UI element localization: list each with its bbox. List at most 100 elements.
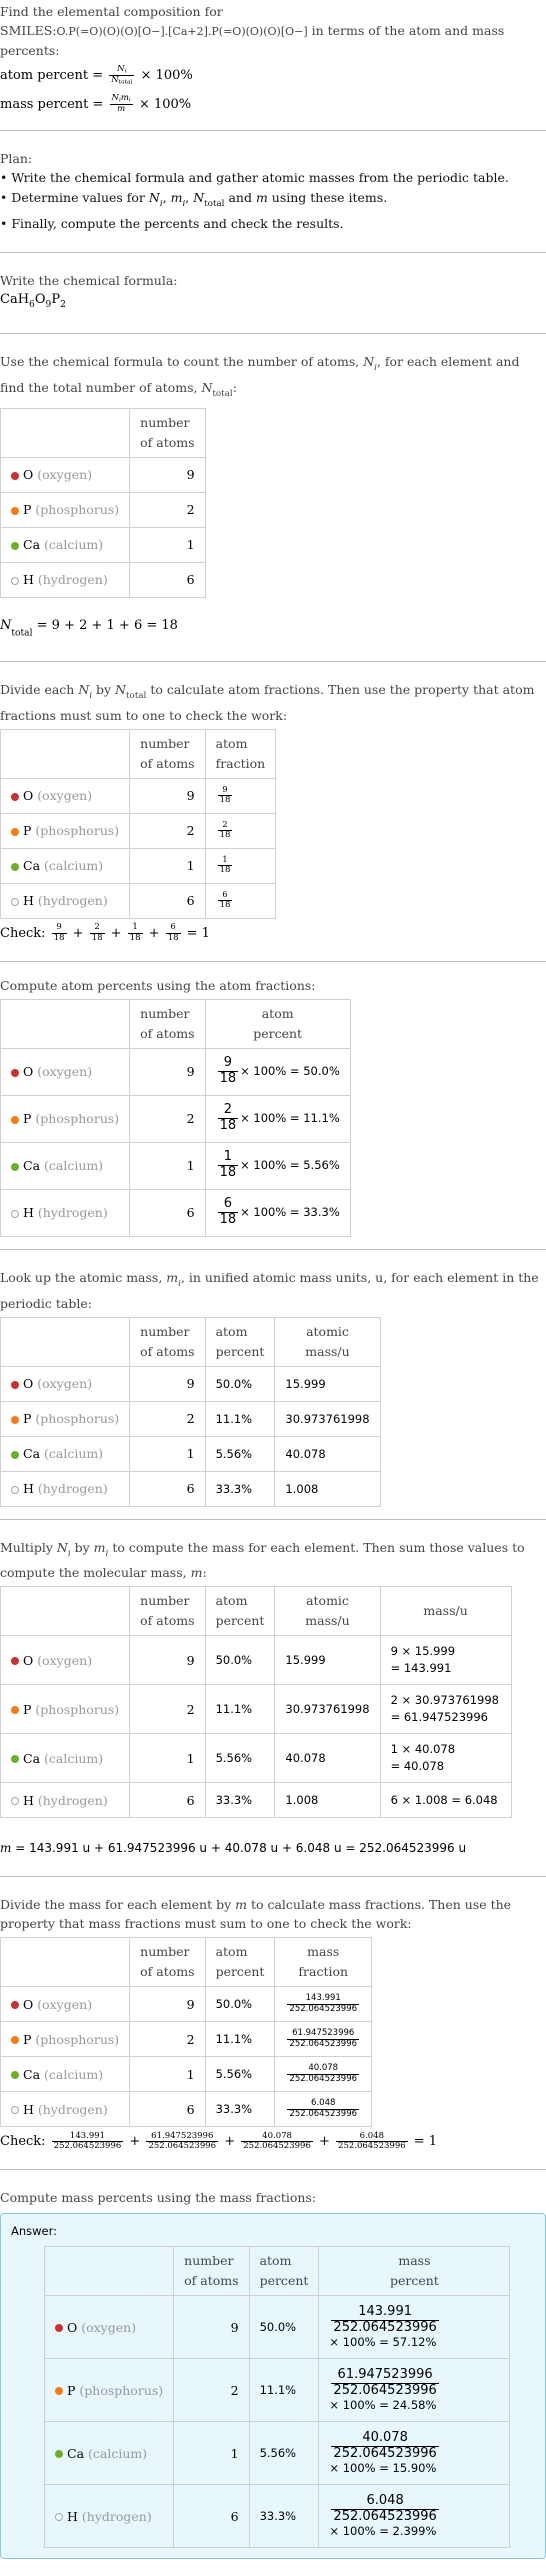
fraction: 61.947523996 252.064523996 xyxy=(146,2131,219,2153)
fraction: 6 18 xyxy=(217,1196,239,1228)
atom-count: 2 xyxy=(173,2358,250,2423)
total-atoms-equation: Ntotal = 9 + 2 + 1 + 6 = 18 xyxy=(0,617,178,638)
plus-sign: + xyxy=(106,925,126,941)
element-symbol: H xyxy=(23,2101,38,2117)
fraction: 2 18 xyxy=(89,922,105,944)
atomic-mass-table: number of atoms atom percent atomic mass/u O … xyxy=(0,1316,381,1507)
fraction-denominator: 18 xyxy=(219,830,231,841)
atom-percent: 33.3% xyxy=(248,2484,320,2549)
fraction: 1 18 xyxy=(217,855,233,877)
atomic-mass: 1.008 xyxy=(274,1782,381,1819)
mass-result: = 61.947523996 xyxy=(390,1710,488,1725)
element-color-dot-icon xyxy=(11,506,19,515)
element-symbol: Ca xyxy=(23,2066,44,2082)
mass-fraction: 40.078 252.064523996 xyxy=(274,2056,373,2093)
atomic-mass: 40.078 xyxy=(274,1435,381,1472)
element-name: (calcium) xyxy=(44,858,104,874)
atom-count: 2 xyxy=(129,1094,206,1143)
element-mass: 1 × 40.078 = 40.078 xyxy=(379,1733,512,1784)
mass-fraction: 6.048 252.064523996 xyxy=(274,2091,373,2128)
element-name: (oxygen) xyxy=(37,1996,93,2012)
element-color-dot-icon xyxy=(11,862,19,871)
element-cell: O (oxygen) xyxy=(0,777,131,814)
element-color-dot-icon xyxy=(11,576,19,585)
atom-count: 1 xyxy=(129,847,206,884)
element-symbol: O xyxy=(23,1652,38,1668)
fraction: 143.991 252.064523996 xyxy=(331,2304,439,2336)
mass-percent-calc: 6.048 252.064523996 × 100% = 2.399% xyxy=(318,2484,511,2549)
check-result: = 1 xyxy=(182,925,210,941)
element-name: (calcium) xyxy=(44,537,104,553)
element-cell: Ca (calcium) xyxy=(0,847,131,884)
element-name: (phosphorus) xyxy=(79,2382,164,2398)
mass-percent-result: × 100% = 57.12% xyxy=(329,2334,437,2349)
atomic-mass: 30.973761998 xyxy=(274,1684,381,1735)
fraction-denominator: 252.064523996 xyxy=(289,2108,358,2119)
element-color-dot-icon xyxy=(11,1485,19,1494)
table-row: O (oxygen) 9 50.0% 15.999 xyxy=(0,1365,381,1402)
atom-count: 2 xyxy=(129,491,206,528)
atom-percent: 11.1% xyxy=(204,2021,276,2058)
atom-fraction: 2 18 xyxy=(204,812,277,849)
element-cell: H (hydrogen) xyxy=(0,561,131,598)
check-label: Check: xyxy=(0,2134,50,2150)
element-name: (calcium) xyxy=(44,2066,104,2082)
element-mass: 9 × 15.999 = 143.991 xyxy=(379,1635,512,1686)
element-name: (oxygen) xyxy=(81,2319,137,2335)
element-symbol: O xyxy=(23,467,38,483)
fraction-denominator: 18 xyxy=(167,932,179,943)
fraction-denominator: 252.064523996 xyxy=(148,2141,217,2152)
element-color-dot-icon xyxy=(55,2450,63,2459)
table-row: H (hydrogen) 6 33.3% 6.048 252.064523996 xyxy=(0,2091,373,2128)
table-row: P (phosphorus) 2 11.1% 30.973761998 xyxy=(0,1400,381,1437)
element-cell: O (oxygen) xyxy=(0,1986,131,2023)
table-row: H (hydrogen) 6 33.3% 1.008 xyxy=(0,1470,381,1507)
element-cell: H (hydrogen) xyxy=(0,882,131,919)
atom-count: 1 xyxy=(129,2056,206,2093)
mass-percent-calc: 143.991 252.064523996 × 100% = 57.12% xyxy=(318,2295,511,2360)
molecular-mass-equation: m = 143.991 u + 61.947523996 u + 40.078 … xyxy=(0,1841,467,1856)
atom-count-table: number of atoms O (oxygen) 9 P (phosphorus)… xyxy=(0,407,206,598)
fraction: 2 18 xyxy=(217,820,233,842)
element-name: (calcium) xyxy=(88,2445,148,2461)
element-name: (hydrogen) xyxy=(37,2101,108,2117)
atomic-mass: 15.999 xyxy=(274,1635,381,1686)
atom-count: 1 xyxy=(129,1733,206,1784)
mass-fraction-table: number of atoms atom percent mass fraction O … xyxy=(0,1937,373,2128)
formula-section: Write the chemical formula: CaH6O9P2 xyxy=(0,253,546,334)
table-row: Ca (calcium) 1 5.56% 40.078 252.064523996 xyxy=(0,2056,373,2093)
element-cell: P (phosphorus) xyxy=(0,812,131,849)
atom-count: 6 xyxy=(129,882,206,919)
element-color-dot-icon xyxy=(11,1380,19,1389)
element-color-dot-icon xyxy=(11,2071,19,2080)
table-row: H (hydrogen) 6 6 18 xyxy=(0,882,277,919)
plus-sign: + xyxy=(220,2134,240,2150)
smiles-label: SMILES: xyxy=(0,23,57,38)
element-symbol: H xyxy=(23,1792,38,1808)
table-row: P (phosphorus) 2 2 18 × 100% = 11.1% xyxy=(0,1094,351,1143)
atom-fraction-section: Divide each Ni by Ntotal to calculate at… xyxy=(0,662,546,962)
fraction-denominator: 252.064523996 xyxy=(289,2003,358,2014)
element-name: (calcium) xyxy=(44,1750,104,1766)
fraction: 9 18 xyxy=(51,922,67,944)
element-name: (hydrogen) xyxy=(37,572,108,588)
fraction-numerator: 6 xyxy=(217,1196,239,1214)
element-cell: H (hydrogen) xyxy=(0,2091,131,2128)
fraction: 6.048 252.064523996 xyxy=(331,2493,439,2525)
element-symbol: P xyxy=(23,823,36,839)
element-symbol: H xyxy=(23,893,38,909)
element-color-dot-icon xyxy=(55,2513,63,2522)
element-color-dot-icon xyxy=(11,1657,19,1666)
plus-sign: + xyxy=(314,2134,335,2150)
atom-percent-section: Compute atom percents using the atom fra… xyxy=(0,962,546,1250)
element-name: (oxygen) xyxy=(37,1064,93,1080)
atom-count: 6 xyxy=(129,561,206,598)
atom-percent: 11.1% xyxy=(204,1400,276,1437)
element-name: (phosphorus) xyxy=(35,2031,120,2047)
mass-percent-formula: mass percent = Nimi m × 100% xyxy=(0,93,192,115)
atom-percent: 33.3% xyxy=(204,1470,276,1507)
element-symbol: P xyxy=(23,1111,36,1127)
mass-fraction-section: Divide the mass for each element by m to… xyxy=(0,1877,546,2171)
element-name: (phosphorus) xyxy=(35,1411,120,1427)
fraction-denominator: 18 xyxy=(91,932,103,943)
